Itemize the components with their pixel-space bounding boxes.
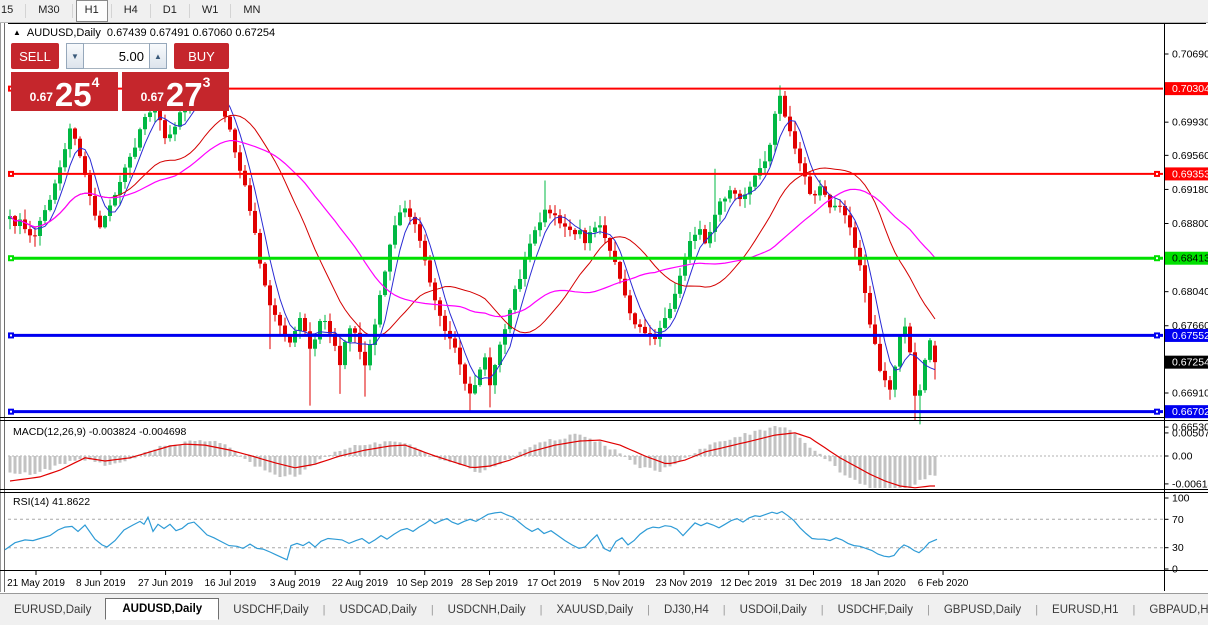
svg-text:0.69180: 0.69180 xyxy=(1172,184,1208,196)
timeframe-button-H1[interactable]: H1 xyxy=(75,0,108,22)
timeframe-button-H4[interactable]: H4 xyxy=(115,0,147,22)
trade-panel: SELL ▼ ▲ BUY 0.67 25 4 0.67 27 3 xyxy=(11,43,229,111)
chart-title: ▲ AUDUSD,Daily 0.67439 0.67491 0.67060 0… xyxy=(13,27,275,39)
buy-price-box[interactable]: 0.67 27 3 xyxy=(122,72,229,111)
svg-text:10 Sep 2019: 10 Sep 2019 xyxy=(396,578,453,589)
svg-text:22 Aug 2019: 22 Aug 2019 xyxy=(332,578,389,589)
svg-text:0.68040: 0.68040 xyxy=(1172,286,1208,298)
svg-text:27 Jun 2019: 27 Jun 2019 xyxy=(138,578,193,589)
svg-text:30: 30 xyxy=(1172,542,1184,554)
collapse-triangle-icon[interactable]: ▲ xyxy=(13,29,21,37)
svg-text:16 Jul 2019: 16 Jul 2019 xyxy=(205,578,257,589)
toolbar-separator xyxy=(25,4,27,18)
buy-price-big: 27 xyxy=(165,76,203,113)
tab-gbpusd-daily[interactable]: GBPUSD,Daily xyxy=(930,600,1035,620)
svg-text:-0.00614: -0.00614 xyxy=(1172,478,1208,490)
svg-text:0.68800: 0.68800 xyxy=(1172,218,1208,230)
svg-text:8 Jun 2019: 8 Jun 2019 xyxy=(76,578,126,589)
tab-usdcad-daily[interactable]: USDCAD,Daily xyxy=(325,600,430,620)
tab-usdoil-daily[interactable]: USDOil,Daily xyxy=(726,600,821,620)
buy-price-sup: 3 xyxy=(202,74,211,90)
svg-text:31 Dec 2019: 31 Dec 2019 xyxy=(785,578,842,589)
svg-text:17 Oct 2019: 17 Oct 2019 xyxy=(527,578,582,589)
tab-gbpaud-h1[interactable]: GBPAUD,H1 xyxy=(1135,600,1208,620)
toolbar-separator xyxy=(188,4,190,18)
tab-eurusd-daily[interactable]: EURUSD,Daily xyxy=(0,600,105,620)
toolbar-separator xyxy=(230,4,232,18)
svg-text:0.68413: 0.68413 xyxy=(1172,253,1208,265)
svg-text:23 Nov 2019: 23 Nov 2019 xyxy=(656,578,713,589)
toolbar-separator xyxy=(71,4,73,18)
buy-button[interactable]: BUY xyxy=(174,43,229,69)
svg-text:0: 0 xyxy=(1172,564,1178,576)
svg-text:0.69930: 0.69930 xyxy=(1172,117,1208,129)
svg-text:0.66910: 0.66910 xyxy=(1172,388,1208,400)
sell-price-big: 25 xyxy=(54,76,92,113)
sell-price-prefix: 0.67 xyxy=(29,90,53,104)
sell-price-box[interactable]: 0.67 25 4 xyxy=(11,72,118,111)
triangle-up-icon: ▲ xyxy=(154,51,162,61)
timeframe-button-15[interactable]: 15 xyxy=(0,0,22,22)
svg-text:12 Dec 2019: 12 Dec 2019 xyxy=(720,578,777,589)
timeframe-button-M30[interactable]: M30 xyxy=(29,0,68,22)
tab-audusd-daily[interactable]: AUDUSD,Daily xyxy=(105,597,220,620)
tab-eurusd-h1[interactable]: EURUSD,H1 xyxy=(1038,600,1132,620)
svg-text:0.005076: 0.005076 xyxy=(1172,427,1208,439)
svg-text:0.66702: 0.66702 xyxy=(1172,406,1208,418)
timeframe-button-W1[interactable]: W1 xyxy=(193,0,228,22)
toolbar-separator xyxy=(110,4,112,18)
tab-xauusd-daily[interactable]: XAUUSD,Daily xyxy=(542,600,647,620)
timeframe-button-D1[interactable]: D1 xyxy=(154,0,186,22)
tab-dj30-h4[interactable]: DJ30,H4 xyxy=(650,600,723,620)
svg-text:5 Nov 2019: 5 Nov 2019 xyxy=(594,578,646,589)
chart-tab-bar: EURUSD,Daily AUDUSD,Daily USDCHF,Daily | USD… xyxy=(0,593,1208,625)
chart-symbol: AUDUSD,Daily xyxy=(26,27,101,39)
svg-text:0.69560: 0.69560 xyxy=(1172,150,1208,162)
macd-label: MACD(12,26,9) -0.003824 -0.004698 xyxy=(13,426,187,438)
volume-down-button[interactable]: ▼ xyxy=(66,43,84,69)
rsi-label: RSI(14) 41.8622 xyxy=(13,496,91,508)
svg-text:21 May 2019: 21 May 2019 xyxy=(7,578,65,589)
chart-ohlc: 0.67439 0.67491 0.67060 0.67254 xyxy=(106,27,276,39)
timeframe-button-MN[interactable]: MN xyxy=(234,0,269,22)
svg-text:0.70690: 0.70690 xyxy=(1172,49,1208,61)
tab-usdchf-daily[interactable]: USDCHF,Daily xyxy=(219,600,322,620)
svg-text:0.00: 0.00 xyxy=(1172,451,1193,463)
tab-usdchf-daily[interactable]: USDCHF,Daily xyxy=(824,600,927,620)
triangle-down-icon: ▼ xyxy=(71,51,79,61)
svg-text:0.69353: 0.69353 xyxy=(1172,168,1208,180)
tab-usdcnh-daily[interactable]: USDCNH,Daily xyxy=(434,600,540,620)
svg-text:0.70304: 0.70304 xyxy=(1172,83,1208,95)
svg-text:28 Sep 2019: 28 Sep 2019 xyxy=(461,578,518,589)
chart-window: 0.70690 0.69930 0.69560 0.69180 0.68800 0.680… xyxy=(0,22,1208,593)
timeframe-toolbar: 15 M30 H1 H4 D1 W1 MN xyxy=(0,0,1208,23)
volume-up-button[interactable]: ▲ xyxy=(149,43,167,69)
svg-text:0.67254: 0.67254 xyxy=(1172,357,1208,369)
svg-text:0.67552: 0.67552 xyxy=(1172,330,1208,342)
svg-text:100: 100 xyxy=(1172,493,1190,505)
volume-input[interactable] xyxy=(84,43,149,69)
svg-text:18 Jan 2020: 18 Jan 2020 xyxy=(851,578,906,589)
sell-button[interactable]: SELL xyxy=(11,43,59,69)
svg-text:6 Feb 2020: 6 Feb 2020 xyxy=(918,578,969,589)
sell-price-sup: 4 xyxy=(91,74,100,90)
svg-text:3 Aug 2019: 3 Aug 2019 xyxy=(270,578,321,589)
buy-price-prefix: 0.67 xyxy=(140,90,164,104)
svg-text:70: 70 xyxy=(1172,514,1184,526)
toolbar-separator xyxy=(149,4,151,18)
